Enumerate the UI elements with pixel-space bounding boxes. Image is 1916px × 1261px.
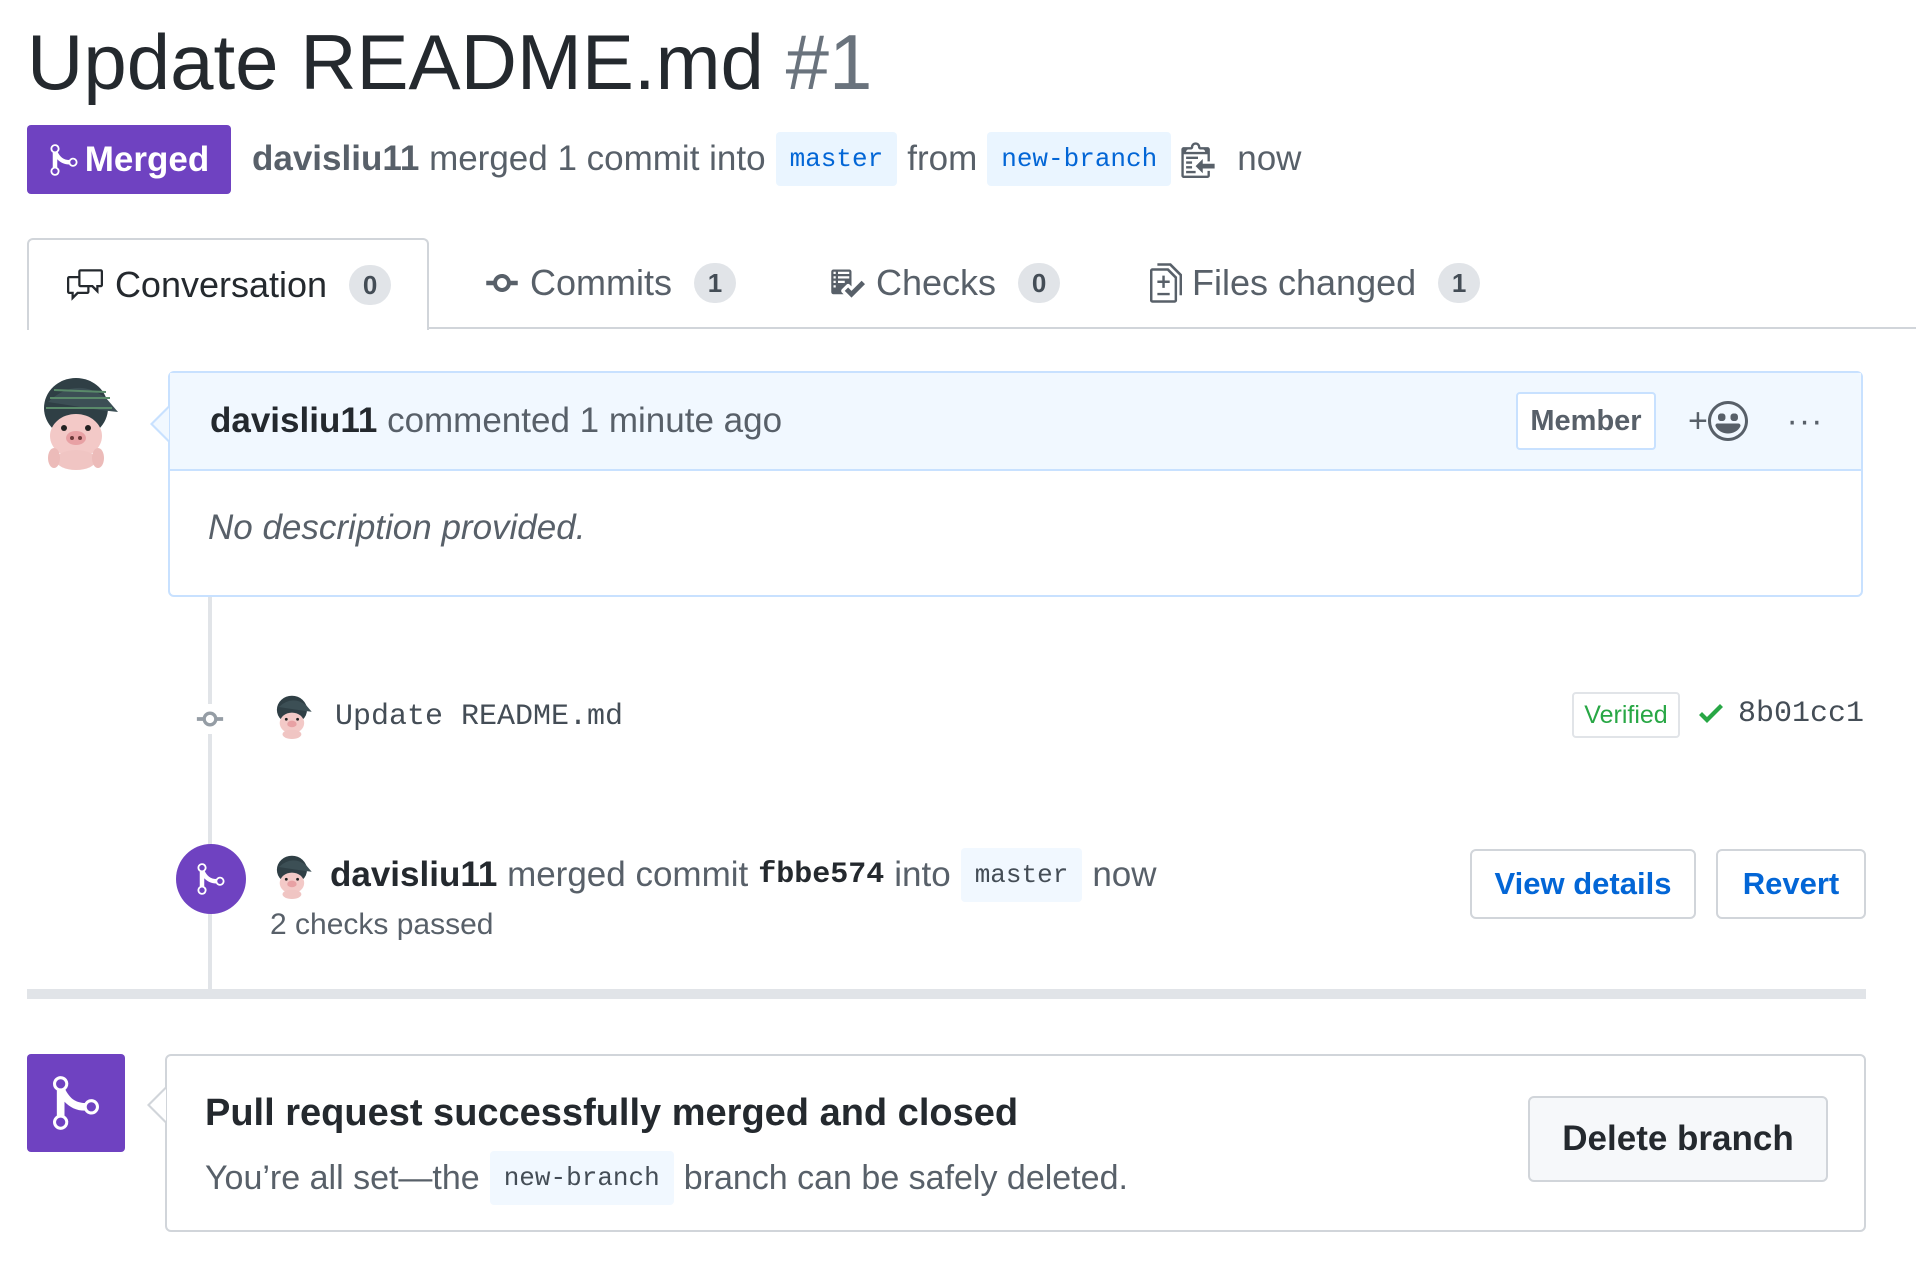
tab-counter: 1 <box>1438 263 1481 303</box>
comment-action: commented <box>387 401 570 440</box>
commit-sha-link[interactable]: 8b01cc1 <box>1738 697 1864 731</box>
git-merge-icon <box>176 844 246 914</box>
commit-message-link[interactable]: Update README.md <box>335 695 623 739</box>
merge-commit-sha-link[interactable]: fbbe574 <box>758 858 884 892</box>
plus-label: + <box>1688 401 1708 440</box>
timeline-line <box>208 597 212 989</box>
tab-commits[interactable]: Commits 1 <box>484 238 736 328</box>
comment-caret-inner <box>153 408 169 440</box>
merged-sub-before: You’re all set—the <box>205 1158 480 1197</box>
merge-event-time[interactable]: now <box>1092 855 1156 895</box>
merged-subtext: You’re all set—the new-branch branch can… <box>205 1151 1128 1205</box>
merge-event-summary: davisliu11 merged commit fbbe574 into ma… <box>330 848 1157 902</box>
tab-counter: 1 <box>694 263 736 303</box>
copy-branch-icon[interactable] <box>1181 140 1215 178</box>
check-icon[interactable] <box>1695 697 1727 738</box>
file-diff-icon <box>1150 263 1182 303</box>
git-commit-icon <box>486 274 518 292</box>
checklist-icon <box>831 269 865 298</box>
head-branch[interactable]: new-branch <box>987 132 1172 186</box>
comment-body: No description provided. <box>208 508 586 547</box>
avatar[interactable] <box>40 368 125 470</box>
add-reaction-button[interactable]: + <box>1688 393 1760 449</box>
state-label: Merged <box>84 139 210 179</box>
tab-files-changed[interactable]: Files changed 1 <box>1150 238 1481 328</box>
git-merge-icon <box>50 143 78 176</box>
tab-label: Conversation <box>114 264 328 305</box>
merged-heading: Pull request successfully merged and clo… <box>205 1092 1019 1134</box>
smiley-icon <box>1707 401 1748 441</box>
view-details-button[interactable]: View details <box>1470 849 1696 919</box>
avatar[interactable] <box>275 850 315 900</box>
tab-counter: 0 <box>349 265 392 305</box>
pr-number: #1 <box>785 18 873 106</box>
pr-merged-time: now <box>1237 139 1302 178</box>
git-commit-icon <box>191 704 229 734</box>
comment-header: davisliu11 commented 1 minute ago Member… <box>170 373 1861 471</box>
merged-branch-name: new-branch <box>489 1151 674 1205</box>
tab-conversation[interactable]: Conversation 0 <box>27 238 429 330</box>
merge-author-link[interactable]: davisliu11 <box>330 855 497 895</box>
member-badge: Member <box>1516 392 1656 450</box>
merged-sub-after: branch can be safely deleted. <box>683 1158 1128 1197</box>
git-merge-icon <box>27 1054 125 1152</box>
tab-counter: 0 <box>1018 263 1061 303</box>
pr-title: Update README.md #1 <box>27 12 872 112</box>
merge-box-caret-inner <box>150 1089 166 1121</box>
revert-button[interactable]: Revert <box>1716 849 1866 919</box>
delete-branch-button[interactable]: Delete branch <box>1528 1096 1828 1182</box>
avatar[interactable] <box>275 690 315 740</box>
tab-label: Checks <box>876 262 997 303</box>
merge-target-branch[interactable]: master <box>960 848 1083 902</box>
kebab-horizontal-icon[interactable]: ··· <box>1780 393 1830 449</box>
merged-status-box: Pull request successfully merged and clo… <box>165 1054 1866 1232</box>
comment-meta: davisliu11 commented 1 minute ago <box>210 401 782 441</box>
into-label: into <box>894 855 951 894</box>
timeline-end-divider <box>27 989 1866 999</box>
merge-event-text: merged commit <box>507 855 749 894</box>
pr-meta: davisliu11 merged 1 commit into master f… <box>252 128 1301 190</box>
tab-label: Commits <box>530 262 672 303</box>
comment-card: davisliu11 commented 1 minute ago Member… <box>168 371 1863 597</box>
comment-discussion-icon <box>66 269 103 301</box>
comment-author-link[interactable]: davisliu11 <box>210 401 377 440</box>
pr-title-text: Update README.md <box>27 18 764 106</box>
tab-checks[interactable]: Checks 0 <box>828 238 1061 328</box>
verified-badge[interactable]: Verified <box>1572 692 1680 738</box>
merge-summary: merged 1 commit into <box>429 139 766 178</box>
base-branch[interactable]: master <box>775 132 898 186</box>
pr-author-link[interactable]: davisliu11 <box>252 139 419 179</box>
from-label: from <box>907 139 978 178</box>
tab-label: Files changed <box>1192 262 1417 303</box>
merged-state-badge: Merged <box>27 125 231 194</box>
checks-passed-status[interactable]: 2 checks passed <box>270 908 493 942</box>
comment-timestamp[interactable]: 1 minute ago <box>580 401 782 440</box>
